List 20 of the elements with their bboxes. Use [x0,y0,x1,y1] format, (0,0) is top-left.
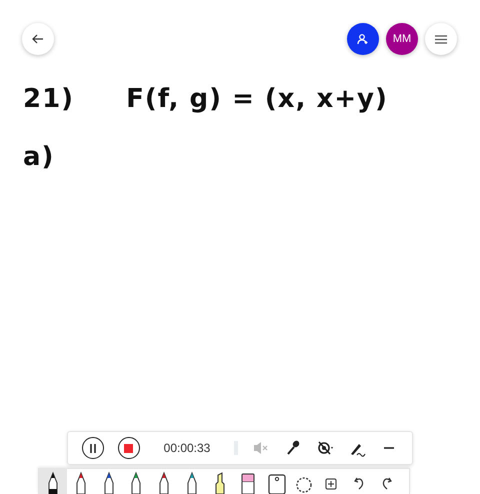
back-button[interactable] [22,23,54,55]
back-arrow-icon [32,33,44,45]
menu-button[interactable] [425,23,457,55]
handwritten-text: 21) [23,86,74,112]
menu-icon [435,34,447,44]
pause-icon [88,444,97,452]
add-icon [325,478,338,490]
camera-off-icon[interactable] [316,439,334,457]
user-avatar[interactable]: MM [386,23,418,55]
handwritten-text: F(f, g) = (x, x+y) [126,86,388,112]
handwritten-text: a) [23,144,54,170]
undo-icon [354,477,364,490]
pause-button[interactable] [82,437,104,459]
add-user-icon [357,33,369,45]
stop-button[interactable] [118,437,140,459]
redo-icon [382,477,392,490]
pen-tool[interactable] [39,468,67,494]
recording-time: 00:00:33 [162,441,212,455]
invite-button[interactable] [347,23,379,55]
stop-icon [124,444,134,452]
